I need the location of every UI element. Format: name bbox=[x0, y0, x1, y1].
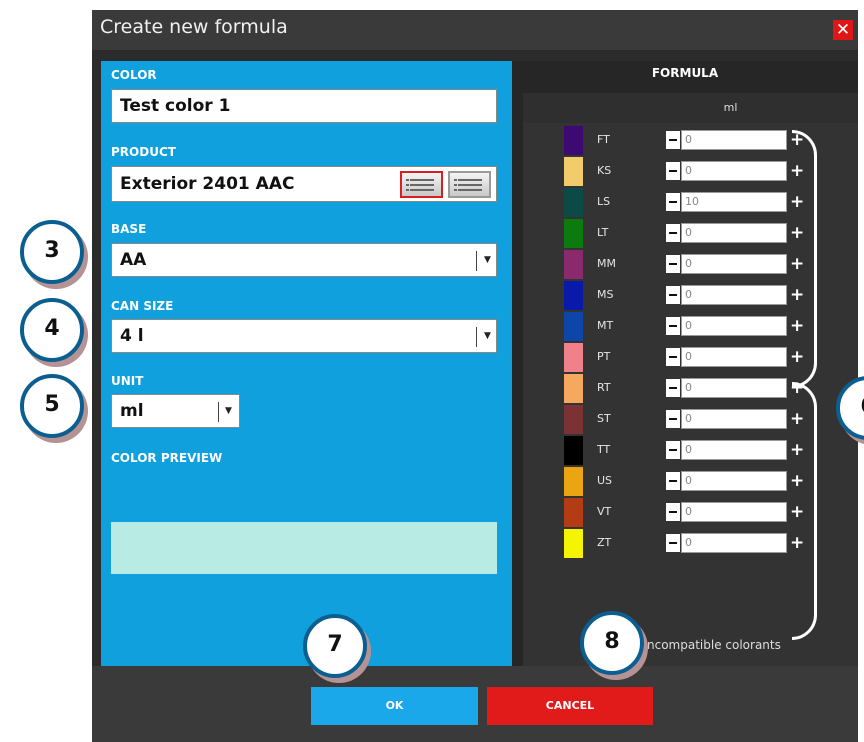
unit-select[interactable]: ml ▼ bbox=[111, 394, 240, 428]
colorant-code: MM bbox=[597, 257, 616, 270]
chevron-down-icon[interactable]: ▼ bbox=[484, 331, 491, 341]
minus-icon[interactable] bbox=[666, 162, 680, 180]
colorant-code: PT bbox=[597, 350, 611, 363]
colorant-swatch bbox=[564, 436, 583, 465]
colorant-code: LS bbox=[597, 195, 611, 208]
unit-column-header: ml bbox=[523, 93, 858, 123]
colorant-quantity-input[interactable]: 0 bbox=[681, 409, 787, 429]
product-list-icon[interactable] bbox=[400, 171, 443, 198]
chevron-down-icon[interactable]: ▼ bbox=[484, 255, 491, 265]
minus-icon[interactable] bbox=[666, 286, 680, 304]
minus-icon[interactable] bbox=[666, 503, 680, 521]
base-value: AA bbox=[120, 250, 147, 270]
minus-icon[interactable] bbox=[666, 472, 680, 490]
callout-marker-5: 5 bbox=[20, 374, 84, 438]
callout-marker-3: 3 bbox=[20, 220, 84, 284]
colorant-quantity-input[interactable]: 0 bbox=[681, 533, 787, 553]
minus-icon[interactable] bbox=[666, 255, 680, 273]
colorant-swatch bbox=[564, 405, 583, 434]
product-value: Exterior 2401 AAC bbox=[120, 174, 295, 194]
colorant-code: US bbox=[597, 474, 613, 487]
colorant-quantity-input[interactable]: 0 bbox=[681, 285, 787, 305]
product-label: PRODUCT bbox=[111, 145, 176, 159]
colorant-swatch bbox=[564, 529, 583, 558]
can-size-value: 4 l bbox=[120, 326, 144, 346]
colorant-quantity-input[interactable]: 0 bbox=[681, 223, 787, 243]
minus-icon[interactable] bbox=[666, 534, 680, 552]
minus-icon[interactable] bbox=[666, 224, 680, 242]
colorant-code: KS bbox=[597, 164, 612, 177]
colorant-code: TT bbox=[597, 443, 611, 456]
colorant-quantity-input[interactable]: 0 bbox=[681, 316, 787, 336]
chevron-down-icon[interactable]: ▼ bbox=[225, 406, 232, 416]
colorant-code: MT bbox=[597, 319, 614, 332]
color-name-value: Test color 1 bbox=[120, 96, 231, 116]
colorant-quantity-input[interactable]: 0 bbox=[681, 440, 787, 460]
ok-button[interactable]: OK bbox=[311, 687, 478, 725]
colorant-swatch bbox=[564, 188, 583, 217]
color-preview-label: COLOR PREVIEW bbox=[111, 451, 223, 465]
dialog-title: Create new formula bbox=[100, 16, 288, 38]
colorant-code: ST bbox=[597, 412, 611, 425]
colorant-code: ZT bbox=[597, 536, 612, 549]
colorant-code: RT bbox=[597, 381, 611, 394]
colorant-code: LT bbox=[597, 226, 609, 239]
colorant-swatch bbox=[564, 467, 583, 496]
annotation-bracket-lower bbox=[792, 382, 817, 640]
color-preview-swatch bbox=[111, 522, 497, 574]
base-label: BASE bbox=[111, 222, 147, 236]
colorant-swatch bbox=[564, 312, 583, 341]
minus-icon[interactable] bbox=[666, 317, 680, 335]
colorant-quantity-input[interactable]: 0 bbox=[681, 471, 787, 491]
incompatible-colorants-label: ncompatible colorants bbox=[647, 638, 781, 652]
can-size-label: CAN SIZE bbox=[111, 299, 174, 313]
annotation-bracket-upper bbox=[792, 130, 817, 388]
minus-icon[interactable] bbox=[666, 410, 680, 428]
can-size-select[interactable]: 4 l ▼ bbox=[111, 319, 497, 353]
cancel-button[interactable]: CANCEL bbox=[487, 687, 653, 725]
colorant-swatch bbox=[564, 374, 583, 403]
colorant-quantity-input[interactable]: 10 bbox=[681, 192, 787, 212]
callout-marker-4: 4 bbox=[20, 298, 84, 362]
minus-icon[interactable] bbox=[666, 441, 680, 459]
callout-marker-8: 8 bbox=[580, 611, 644, 675]
colorant-quantity-input[interactable]: 0 bbox=[681, 254, 787, 274]
callout-marker-7: 7 bbox=[303, 614, 367, 678]
color-name-field[interactable]: Test color 1 bbox=[111, 89, 497, 123]
colorant-swatch bbox=[564, 498, 583, 527]
minus-icon[interactable] bbox=[666, 379, 680, 397]
colorant-swatch bbox=[564, 126, 583, 155]
title-bar: Create new formula ✕ bbox=[92, 10, 858, 50]
base-select[interactable]: AA ▼ bbox=[111, 243, 497, 277]
colorant-swatch bbox=[564, 157, 583, 186]
product-list-alt-icon[interactable] bbox=[448, 171, 491, 198]
unit-value: ml bbox=[120, 401, 144, 421]
minus-icon[interactable] bbox=[666, 193, 680, 211]
color-label: COLOR bbox=[111, 68, 157, 82]
colorant-quantity-input[interactable]: 0 bbox=[681, 130, 787, 150]
dialog-footer: OK CANCEL bbox=[92, 666, 858, 742]
colorant-swatch bbox=[564, 281, 583, 310]
minus-icon[interactable] bbox=[666, 131, 680, 149]
colorant-swatch bbox=[564, 250, 583, 279]
colorant-quantity-input[interactable]: 0 bbox=[681, 378, 787, 398]
colorant-swatch bbox=[564, 343, 583, 372]
close-icon[interactable]: ✕ bbox=[833, 20, 853, 40]
colorant-code: MS bbox=[597, 288, 614, 301]
colorant-quantity-input[interactable]: 0 bbox=[681, 502, 787, 522]
create-formula-dialog: Create new formula ✕ COLOR Test color 1 … bbox=[92, 10, 858, 742]
colorant-code: FT bbox=[597, 133, 610, 146]
unit-label: UNIT bbox=[111, 374, 144, 388]
colorant-quantity-input[interactable]: 0 bbox=[681, 161, 787, 181]
colorant-quantity-input[interactable]: 0 bbox=[681, 347, 787, 367]
colorant-code: VT bbox=[597, 505, 612, 518]
product-field[interactable]: Exterior 2401 AAC bbox=[111, 166, 497, 202]
formula-title: FORMULA bbox=[651, 66, 719, 80]
colorant-swatch bbox=[564, 219, 583, 248]
minus-icon[interactable] bbox=[666, 348, 680, 366]
form-panel: COLOR Test color 1 PRODUCT Exterior 2401… bbox=[101, 61, 512, 666]
